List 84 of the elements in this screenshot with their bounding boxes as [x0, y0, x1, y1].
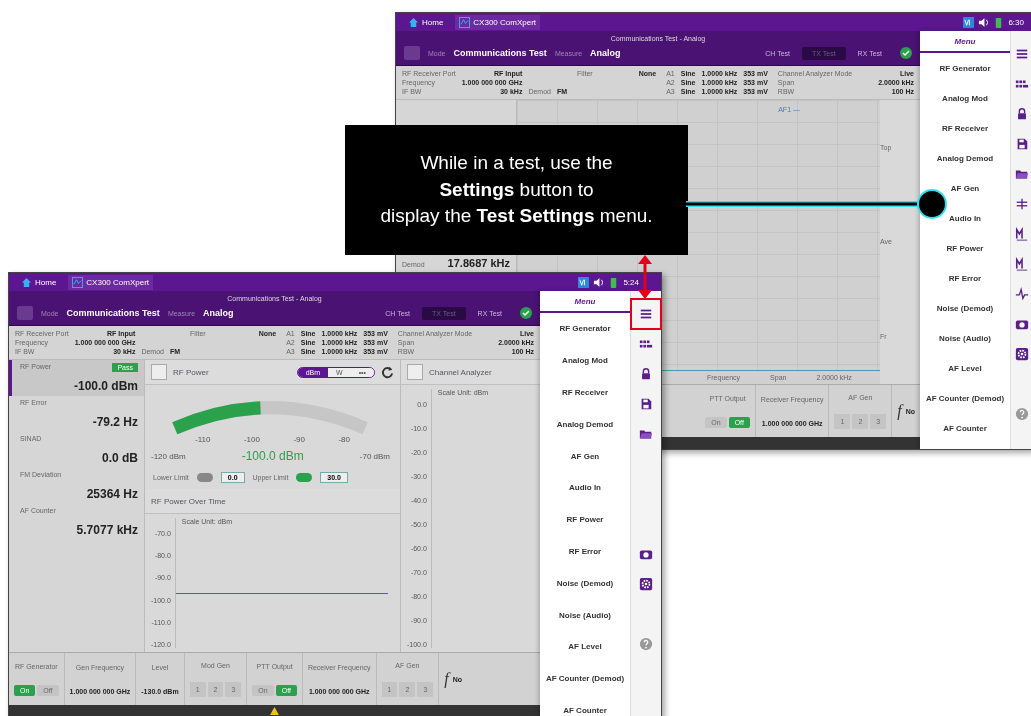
menu-item[interactable]: AF Counter [939, 413, 991, 443]
function-label[interactable]: f [444, 670, 449, 688]
menu-item[interactable]: RF Error [564, 535, 606, 568]
gauge-max-label: -70 dBm [359, 451, 390, 461]
menu-item[interactable]: Noise (Audio) [555, 599, 615, 631]
reading-value: 0.0 dB [101, 451, 138, 465]
menu-item[interactable]: Analog Demod [932, 143, 998, 173]
panel-title: RF Power [173, 367, 209, 377]
vnc-icon[interactable] [578, 276, 590, 288]
menu-item[interactable]: Noise (Audio) [935, 323, 995, 353]
gauge-scale-label: -100 [243, 435, 260, 444]
menu-icon[interactable] [1014, 47, 1029, 61]
home-icon [408, 16, 419, 28]
menu-item[interactable]: RF Receiver [557, 376, 613, 409]
home-icon [21, 276, 32, 288]
menu-item[interactable]: Analog Mod [938, 83, 992, 113]
marker-icon[interactable] [1014, 227, 1029, 241]
menu-title: Menu [540, 291, 630, 313]
limit-switch[interactable] [296, 472, 313, 482]
help-icon[interactable] [639, 637, 653, 651]
menu-item[interactable]: Audio In [565, 472, 605, 504]
lock-icon[interactable] [639, 367, 653, 381]
vnc-icon[interactable] [963, 16, 975, 28]
reading-value: 25364 Hz [85, 487, 138, 501]
marker-icon[interactable] [1014, 257, 1029, 271]
clock-time: 6:30 [1008, 17, 1024, 27]
gauge-scale-label: -80 [338, 435, 350, 444]
chart-icon [72, 276, 84, 288]
function-label[interactable]: f [897, 402, 902, 420]
menu-item[interactable]: RF Error [944, 263, 986, 293]
check-icon [900, 47, 912, 59]
speaker-icon[interactable] [978, 16, 990, 28]
limit-switch[interactable] [196, 472, 213, 482]
menu-item[interactable]: AF Level [564, 630, 606, 663]
menu-item[interactable]: RF Power [942, 233, 988, 263]
menu-item[interactable]: AF Gen [946, 173, 984, 203]
gauge-scale-label: -90 [293, 435, 305, 444]
menu-item[interactable]: Analog Demod [552, 408, 618, 441]
home-tab[interactable]: Home [404, 14, 448, 30]
check-icon [520, 307, 532, 319]
menu-item[interactable]: AF Counter (Demod) [541, 662, 629, 695]
menu-item[interactable]: RF Power [562, 503, 608, 536]
menu-item[interactable]: Noise (Demod) [552, 567, 618, 600]
panel-title: RF Power Over Time [151, 496, 226, 506]
save-icon[interactable] [639, 397, 653, 411]
speaker-icon[interactable] [593, 276, 605, 288]
warning-icon[interactable] [270, 707, 279, 715]
pulse-icon[interactable] [1014, 287, 1029, 301]
menu-item[interactable]: RF Receiver [937, 113, 993, 143]
filter-icon[interactable] [1014, 197, 1029, 211]
reading-value: -100.0 dBm [72, 379, 138, 393]
settings-icon[interactable] [639, 577, 653, 591]
refresh-icon[interactable] [381, 365, 394, 379]
clock-time: 5:24 [623, 277, 639, 287]
app-tab[interactable]: CX300 ComXpert [68, 274, 154, 290]
menu-item[interactable]: AF Gen [566, 440, 604, 472]
app-tab[interactable]: CX300 ComXpert [455, 14, 541, 30]
settings-icon[interactable] [1014, 347, 1029, 361]
gauge-reading: -100.0 dBm [241, 449, 304, 463]
callout-text: While in a test, use the Settings button to display the Test Settings menu. [379, 151, 654, 229]
menu-item[interactable]: Audio In [945, 203, 985, 233]
gauge-min-label: -120 dBm [151, 451, 186, 461]
mode-value: Communications Test [453, 48, 547, 58]
chart-icon [459, 16, 471, 28]
mode-value: Communications Test [66, 308, 160, 318]
menu-item[interactable]: RF Generator [935, 53, 995, 83]
home-tab[interactable]: Home [17, 274, 61, 290]
menu-item[interactable]: RF Generator [555, 313, 615, 345]
menu-item[interactable]: AF Counter (Demod) [921, 383, 1009, 413]
reading-value: 5.7077 kHz [75, 523, 138, 537]
menu-item[interactable]: AF Level [944, 353, 986, 383]
menu-item[interactable]: Analog Mod [558, 344, 612, 377]
reading-value: 17.8687 kHz [447, 257, 510, 269]
double-arrow [638, 255, 652, 299]
measure-value: Analog [590, 48, 621, 58]
help-icon[interactable] [1014, 407, 1029, 421]
reading-value: -79.2 Hz [91, 415, 138, 429]
menu-item[interactable]: AF Counter [559, 694, 611, 716]
menu-item[interactable]: Noise (Demod) [932, 293, 998, 323]
measure-value: Analog [203, 308, 234, 318]
menu-icon[interactable] [639, 307, 653, 321]
highlight-frame [630, 298, 662, 330]
gauge-scale-label: -110 [195, 435, 211, 444]
panel-title: Channel Analyzer [429, 367, 492, 377]
